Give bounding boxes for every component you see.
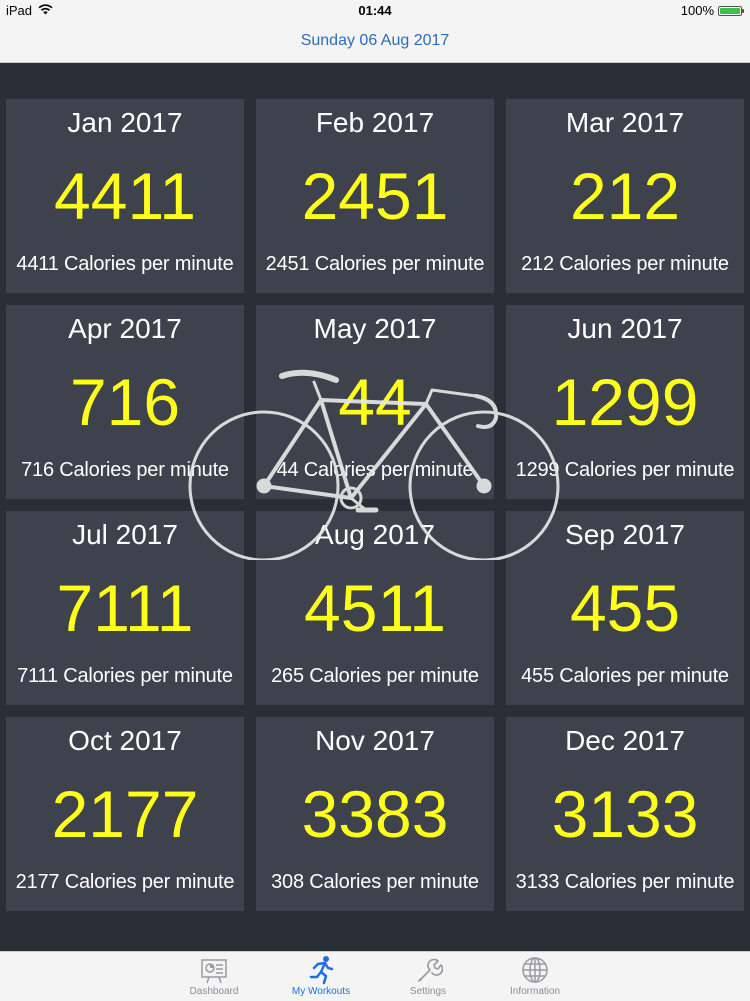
- month-label: Jun 2017: [567, 313, 683, 344]
- calories-caption: 716 Calories per minute: [21, 459, 229, 481]
- calories-value: 716: [69, 365, 181, 439]
- month-tile[interactable]: Jan 2017 4411 4411 Calories per minute: [6, 99, 244, 293]
- month-tile[interactable]: Apr 2017 716 716 Calories per minute: [6, 305, 244, 499]
- calories-caption: 455 Calories per minute: [521, 665, 729, 687]
- month-tile[interactable]: Feb 2017 2451 2451 Calories per minute: [256, 99, 494, 293]
- date-title[interactable]: Sunday 06 Aug 2017: [301, 32, 450, 50]
- calories-value: 3383: [301, 777, 449, 851]
- calories-caption: 2177 Calories per minute: [15, 871, 235, 893]
- calories-caption: 3133 Calories per minute: [515, 871, 735, 893]
- calories-value: 3133: [551, 777, 699, 851]
- battery-icon: [718, 5, 744, 16]
- calories-caption: 4411 Calories per minute: [16, 253, 234, 275]
- calories-value: 7111: [56, 571, 194, 645]
- calories-caption: 212 Calories per minute: [521, 253, 729, 275]
- status-right: 100%: [680, 3, 744, 18]
- status-time: 01:44: [358, 3, 392, 18]
- runner-icon: [309, 956, 334, 985]
- month-label: Aug 2017: [315, 519, 435, 550]
- tab-label: Information: [509, 986, 561, 997]
- month-label: Oct 2017: [68, 725, 182, 756]
- month-label: Mar 2017: [565, 107, 685, 138]
- tab-label: Dashboard: [189, 986, 239, 997]
- month-label: Sep 2017: [565, 519, 685, 550]
- month-grid: Jan 2017 4411 4411 Calories per minute F…: [6, 99, 744, 911]
- tab-information[interactable]: Information: [475, 952, 595, 1001]
- nav-bar: Sunday 06 Aug 2017: [0, 22, 750, 63]
- calories-value: 4411: [54, 159, 196, 233]
- dashboard-icon: [201, 959, 227, 984]
- calories-value: 2177: [51, 777, 199, 851]
- tab-label: My Workouts: [291, 986, 351, 997]
- calories-caption: 1299 Calories per minute: [515, 459, 735, 481]
- tab-dashboard[interactable]: Dashboard: [154, 952, 274, 1001]
- month-label: Feb 2017: [315, 107, 435, 138]
- calories-caption: 2451 Calories per minute: [265, 253, 485, 275]
- tab-label: Settings: [409, 986, 447, 997]
- calories-caption: 44 Calories per minute: [276, 459, 474, 481]
- calories-value: 44: [338, 365, 412, 439]
- month-tile[interactable]: Jun 2017 1299 1299 Calories per minute: [506, 305, 744, 499]
- wrench-icon: [418, 958, 443, 982]
- calories-caption: 7111 Calories per minute: [17, 665, 233, 687]
- month-label: Dec 2017: [565, 725, 685, 756]
- month-tile[interactable]: Oct 2017 2177 2177 Calories per minute: [6, 717, 244, 911]
- calories-caption: 308 Calories per minute: [271, 871, 479, 893]
- calories-caption: 265 Calories per minute: [271, 665, 479, 687]
- calories-value: 212: [569, 159, 681, 233]
- tab-my-workouts[interactable]: My Workouts: [261, 952, 381, 1001]
- month-tile[interactable]: May 2017 44 44 Calories per minute: [256, 305, 494, 499]
- globe-icon: [522, 957, 548, 983]
- workouts-content: Jan 2017 4411 4411 Calories per minute F…: [0, 63, 750, 951]
- month-tile[interactable]: Dec 2017 3133 3133 Calories per minute: [506, 717, 744, 911]
- month-label: Jan 2017: [67, 107, 183, 138]
- status-bar: iPad 01:44 100%: [0, 0, 750, 22]
- tab-bar: Dashboard My Workouts Settings Informati…: [0, 951, 750, 1001]
- calories-value: 455: [569, 571, 681, 645]
- month-tile[interactable]: Jul 2017 7111 7111 Calories per minute: [6, 511, 244, 705]
- month-tile[interactable]: Nov 2017 3383 308 Calories per minute: [256, 717, 494, 911]
- battery-percent: 100%: [680, 3, 714, 18]
- month-tile[interactable]: Sep 2017 455 455 Calories per minute: [506, 511, 744, 705]
- calories-value: 2451: [301, 159, 449, 233]
- month-label: May 2017: [313, 313, 437, 344]
- calories-value: 1299: [551, 365, 699, 439]
- month-tile[interactable]: Aug 2017 4511 265 Calories per minute: [256, 511, 494, 705]
- tab-settings[interactable]: Settings: [368, 952, 488, 1001]
- month-label: Nov 2017: [315, 725, 435, 756]
- month-tile[interactable]: Mar 2017 212 212 Calories per minute: [506, 99, 744, 293]
- month-label: Jul 2017: [72, 519, 178, 550]
- calories-value: 4511: [304, 571, 446, 645]
- month-label: Apr 2017: [68, 313, 182, 344]
